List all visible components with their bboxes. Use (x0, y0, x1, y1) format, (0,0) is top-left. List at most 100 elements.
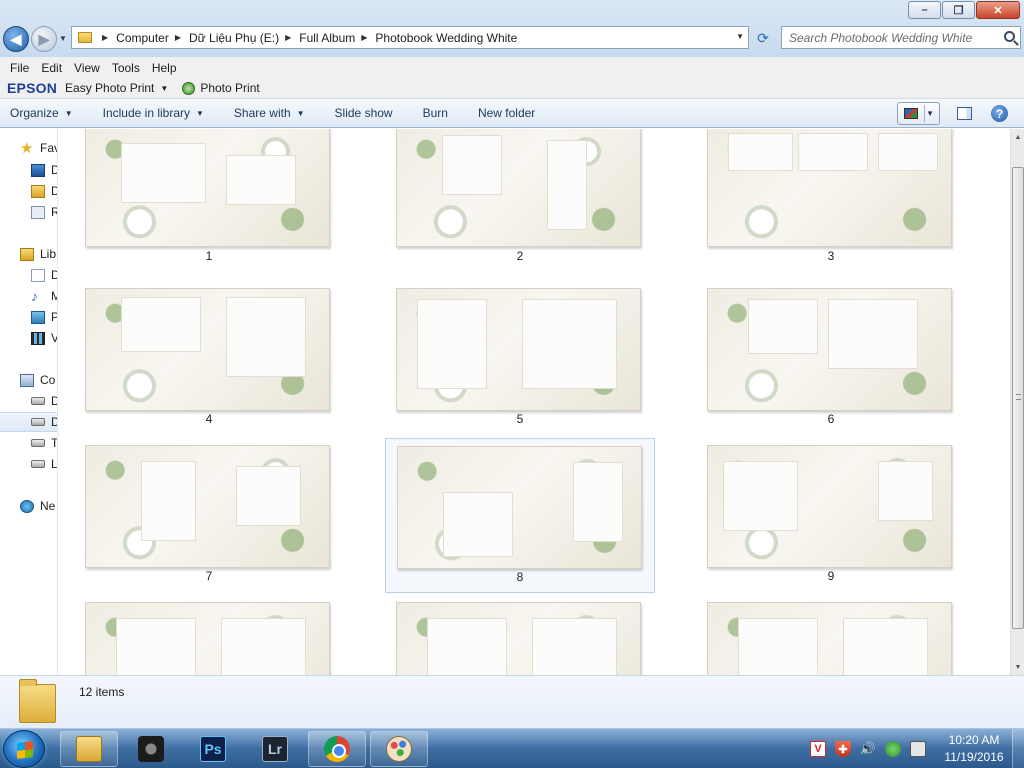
file-item[interactable] (696, 595, 966, 675)
menu-help[interactable]: Help (146, 61, 183, 75)
chevron-right-icon: ▶ (102, 33, 109, 42)
menu-edit[interactable]: Edit (35, 61, 68, 75)
network-icon (20, 499, 34, 513)
refresh-button[interactable]: ⟳ (752, 28, 774, 48)
chevron-down-icon: ▼ (1014, 663, 1022, 671)
new-folder-button[interactable]: New folder (478, 106, 535, 120)
change-view-button[interactable]: ▼ (897, 102, 940, 125)
photo-frame (141, 461, 196, 541)
nav-libraries[interactable]: Lib (0, 244, 57, 264)
file-item[interactable]: 5 (385, 281, 655, 436)
start-button[interactable] (3, 730, 45, 768)
address-history-dropdown[interactable]: ▼ (736, 32, 744, 41)
breadcrumb-separator[interactable]: ▶ (96, 33, 116, 42)
taskbar-explorer[interactable] (60, 731, 118, 767)
file-item[interactable]: 3 (696, 129, 966, 279)
camera-icon (138, 736, 164, 762)
taskbar-lightroom[interactable]: Lr (246, 731, 304, 767)
nav-drive-l[interactable]: L (0, 454, 57, 474)
slide-show-button[interactable]: Slide show (335, 106, 393, 120)
breadcrumb-label: Full Album (299, 30, 356, 45)
breadcrumb-computer[interactable]: Computer ▶ (116, 31, 189, 45)
photo-frame (116, 618, 196, 675)
share-with-button[interactable]: Share with ▼ (234, 106, 305, 120)
show-desktop-button[interactable] (1012, 729, 1024, 768)
back-button[interactable]: ◀ (3, 26, 29, 52)
help-button[interactable]: ? (991, 105, 1008, 122)
nav-documents[interactable]: D (0, 265, 57, 285)
address-box[interactable]: ▶ Computer ▶ Dữ Liệu Phụ (E:) ▶ Full Album… (71, 26, 749, 49)
photo-frame (728, 133, 793, 171)
nav-desktop[interactable]: D (0, 160, 57, 180)
menu-view[interactable]: View (68, 61, 106, 75)
organize-button[interactable]: Organize ▼ (10, 106, 73, 120)
refresh-icon: ⟳ (757, 29, 769, 46)
menu-tools[interactable]: Tools (106, 61, 146, 75)
include-in-library-button[interactable]: Include in library ▼ (103, 106, 204, 120)
clock[interactable]: 10:20 AM 11/19/2016 (941, 732, 1007, 766)
chevron-down-icon: ▼ (160, 83, 169, 93)
file-item[interactable] (385, 595, 655, 675)
nav-network[interactable]: Ne (0, 496, 57, 516)
file-item[interactable]: 2 (385, 129, 655, 279)
file-item[interactable]: 1 (74, 129, 344, 279)
maximize-button[interactable]: ❐ (942, 1, 975, 19)
file-item[interactable]: 6 (696, 281, 966, 436)
close-button[interactable]: ✕ (976, 1, 1020, 19)
file-name: 1 (205, 249, 213, 263)
taskbar-paint[interactable] (370, 731, 428, 767)
burn-button[interactable]: Burn (423, 106, 448, 120)
nav-drive-c[interactable]: D (0, 391, 57, 411)
network-status-icon[interactable] (885, 741, 901, 757)
file-item[interactable]: 4 (74, 281, 344, 436)
taskbar: Ps Lr V ✚ 🔊 10:20 AM 11/19/2016 (0, 728, 1024, 768)
taskbar-chrome[interactable] (308, 731, 366, 767)
breadcrumb-current-folder[interactable]: Photobook Wedding White (375, 31, 517, 45)
nav-drive-e[interactable]: D (0, 412, 57, 432)
search-input[interactable] (782, 27, 992, 48)
file-name: 8 (516, 570, 524, 584)
taskbar-camera[interactable] (122, 731, 180, 767)
nav-recent[interactable]: R (0, 202, 57, 222)
nav-label: D (51, 415, 57, 429)
preview-pane-button[interactable] (957, 107, 972, 120)
nav-downloads[interactable]: D (0, 181, 57, 201)
action-center-icon[interactable] (910, 741, 926, 757)
file-item[interactable]: 7 (74, 438, 344, 593)
file-item[interactable]: 9 (696, 438, 966, 593)
nav-videos[interactable]: V (0, 328, 57, 348)
photo-frame (532, 618, 617, 675)
photo-frame (226, 297, 306, 377)
nav-pictures[interactable]: P (0, 307, 57, 327)
downloads-icon (31, 184, 45, 198)
nav-drive-t[interactable]: T (0, 433, 57, 453)
breadcrumb-drive-e[interactable]: Dữ Liệu Phụ (E:) ▶ (189, 31, 299, 45)
recent-pages-dropdown[interactable]: ▼ (59, 34, 67, 43)
scroll-down-button[interactable]: ▼ (1011, 659, 1024, 675)
lightroom-icon: Lr (262, 736, 288, 762)
file-item[interactable]: 8 (385, 438, 655, 593)
taskbar-photoshop[interactable]: Ps (184, 731, 242, 767)
file-item[interactable] (74, 595, 344, 675)
easy-photo-print-button[interactable]: Easy Photo Print ▼ (65, 81, 178, 95)
security-shield-icon[interactable]: ✚ (835, 741, 851, 757)
antivirus-icon[interactable]: V (810, 741, 826, 757)
nav-label: D (51, 268, 57, 282)
minimize-button[interactable]: – (908, 1, 941, 19)
search-icon[interactable] (1004, 31, 1015, 42)
nav-favorites[interactable]: ★ Fav (0, 138, 57, 158)
vertical-scrollbar[interactable]: ▲ ▼ (1010, 129, 1024, 675)
folder-icon (76, 736, 102, 762)
nav-music[interactable]: ♪M (0, 286, 57, 306)
volume-icon[interactable]: 🔊 (860, 741, 876, 757)
photo-print-button[interactable]: Photo Print (182, 81, 260, 95)
forward-button[interactable]: ▶ (31, 26, 57, 52)
chrome-icon (324, 736, 350, 762)
breadcrumb-full-album[interactable]: Full Album ▶ (299, 31, 375, 45)
menu-file[interactable]: File (4, 61, 35, 75)
scroll-thumb[interactable] (1012, 167, 1024, 629)
photo-frame (121, 143, 206, 203)
scroll-up-button[interactable]: ▲ (1011, 129, 1024, 145)
divider (924, 105, 925, 122)
nav-computer[interactable]: Co (0, 370, 57, 390)
